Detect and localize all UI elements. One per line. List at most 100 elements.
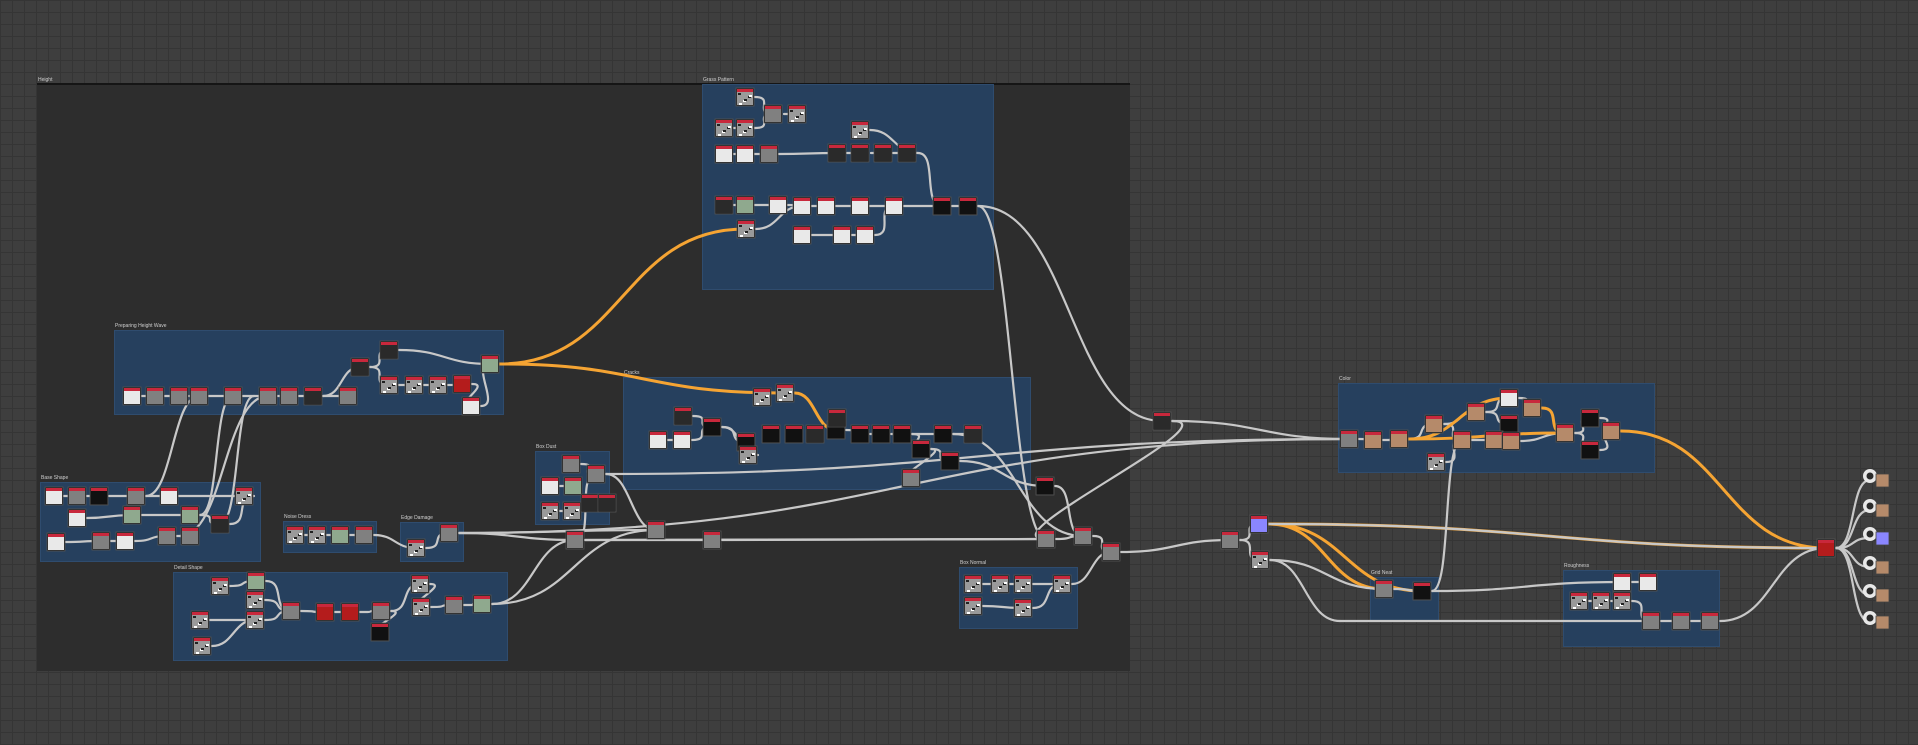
graph-node[interactable] <box>1363 430 1383 450</box>
graph-node[interactable] <box>338 386 358 406</box>
graph-node[interactable] <box>850 424 870 444</box>
graph-node[interactable] <box>958 196 978 216</box>
graph-node[interactable] <box>1580 440 1600 460</box>
graph-node[interactable] <box>1412 581 1432 601</box>
graph-node[interactable] <box>586 464 606 484</box>
graph-node[interactable] <box>67 486 87 506</box>
graph-node[interactable] <box>480 354 500 374</box>
graph-node[interactable] <box>702 417 722 437</box>
output-node[interactable] <box>1863 611 1890 630</box>
graph-node[interactable] <box>892 424 912 444</box>
graph-node[interactable] <box>1374 579 1394 599</box>
graph-node[interactable] <box>1501 431 1521 451</box>
graph-node[interactable] <box>245 610 265 630</box>
graph-node[interactable] <box>180 505 200 525</box>
graph-node[interactable] <box>370 622 390 642</box>
graph-node[interactable] <box>410 574 430 594</box>
graph-node[interactable] <box>1152 411 1172 431</box>
output-node[interactable] <box>1863 527 1890 546</box>
graph-node[interactable] <box>850 196 870 216</box>
output-node[interactable] <box>1863 499 1890 518</box>
graph-node[interactable] <box>735 144 755 164</box>
graph-node[interactable] <box>1250 550 1270 570</box>
graph-node[interactable] <box>792 196 812 216</box>
graph-node[interactable] <box>792 225 812 245</box>
graph-canvas[interactable]: Height Grass Pattern Preparing Height Wa… <box>0 0 1918 745</box>
graph-node[interactable] <box>855 225 875 245</box>
graph-node[interactable] <box>285 525 305 545</box>
graph-node[interactable] <box>189 386 209 406</box>
graph-node[interactable] <box>89 486 109 506</box>
graph-node[interactable] <box>1466 402 1486 422</box>
graph-node[interactable] <box>330 525 350 545</box>
graph-node[interactable] <box>169 386 189 406</box>
graph-node[interactable] <box>472 594 492 614</box>
graph-node[interactable] <box>126 486 146 506</box>
graph-node[interactable] <box>714 144 734 164</box>
graph-node[interactable] <box>115 531 135 551</box>
graph-node[interactable] <box>565 530 585 550</box>
graph-node[interactable] <box>210 576 230 596</box>
graph-node[interactable] <box>827 143 847 163</box>
graph-node[interactable] <box>1580 408 1600 428</box>
graph-node[interactable] <box>714 118 734 138</box>
graph-node[interactable] <box>759 144 779 164</box>
graph-node[interactable] <box>245 590 265 610</box>
graph-node[interactable] <box>1220 530 1240 550</box>
graph-node[interactable] <box>648 430 668 450</box>
graph-node[interactable] <box>562 501 582 521</box>
output-node[interactable] <box>1863 469 1890 488</box>
graph-node[interactable] <box>159 486 179 506</box>
graph-node[interactable] <box>1339 429 1359 449</box>
graph-node[interactable] <box>963 424 983 444</box>
graph-node[interactable] <box>850 143 870 163</box>
graph-node[interactable] <box>1499 414 1519 434</box>
graph-node[interactable] <box>871 424 891 444</box>
graph-node[interactable] <box>1601 421 1621 441</box>
graph-node[interactable] <box>1671 611 1691 631</box>
graph-node[interactable] <box>911 439 931 459</box>
graph-node[interactable] <box>932 196 952 216</box>
graph-node[interactable] <box>738 445 758 465</box>
graph-node[interactable] <box>1101 542 1121 562</box>
graph-node[interactable] <box>1555 423 1575 443</box>
graph-node[interactable] <box>768 195 788 215</box>
graph-node[interactable] <box>580 493 600 513</box>
graph-node[interactable] <box>46 532 66 552</box>
graph-node[interactable] <box>1036 529 1056 549</box>
graph-node[interactable] <box>1452 430 1472 450</box>
graph-node[interactable] <box>371 601 391 621</box>
graph-node[interactable] <box>761 424 781 444</box>
graph-node[interactable] <box>122 386 142 406</box>
graph-node[interactable] <box>735 118 755 138</box>
graph-node[interactable] <box>428 375 448 395</box>
graph-node[interactable] <box>190 610 210 630</box>
graph-node[interactable] <box>439 523 459 543</box>
graph-node[interactable] <box>379 375 399 395</box>
graph-node[interactable] <box>258 386 278 406</box>
graph-node[interactable] <box>1591 591 1611 611</box>
graph-node[interactable] <box>1073 526 1093 546</box>
graph-node[interactable] <box>281 601 301 621</box>
graph-node[interactable] <box>1499 388 1519 408</box>
graph-node[interactable] <box>1641 611 1661 631</box>
graph-node[interactable] <box>540 476 560 496</box>
graph-node[interactable] <box>91 531 111 551</box>
graph-node[interactable] <box>192 636 212 656</box>
graph-node[interactable] <box>933 424 953 444</box>
graph-node[interactable] <box>180 526 200 546</box>
graph-node[interactable] <box>145 386 165 406</box>
graph-node[interactable] <box>354 525 374 545</box>
graph-node[interactable] <box>1013 574 1033 594</box>
graph-node[interactable] <box>832 225 852 245</box>
graph-node[interactable] <box>279 386 299 406</box>
output-node[interactable] <box>1863 556 1890 575</box>
graph-node[interactable] <box>963 574 983 594</box>
graph-node[interactable] <box>1612 572 1632 592</box>
graph-node[interactable] <box>461 396 481 416</box>
graph-node[interactable] <box>784 424 804 444</box>
graph-node[interactable] <box>1638 572 1658 592</box>
graph-node[interactable] <box>1013 598 1033 618</box>
graph-node[interactable] <box>1700 611 1720 631</box>
graph-node[interactable] <box>307 525 327 545</box>
